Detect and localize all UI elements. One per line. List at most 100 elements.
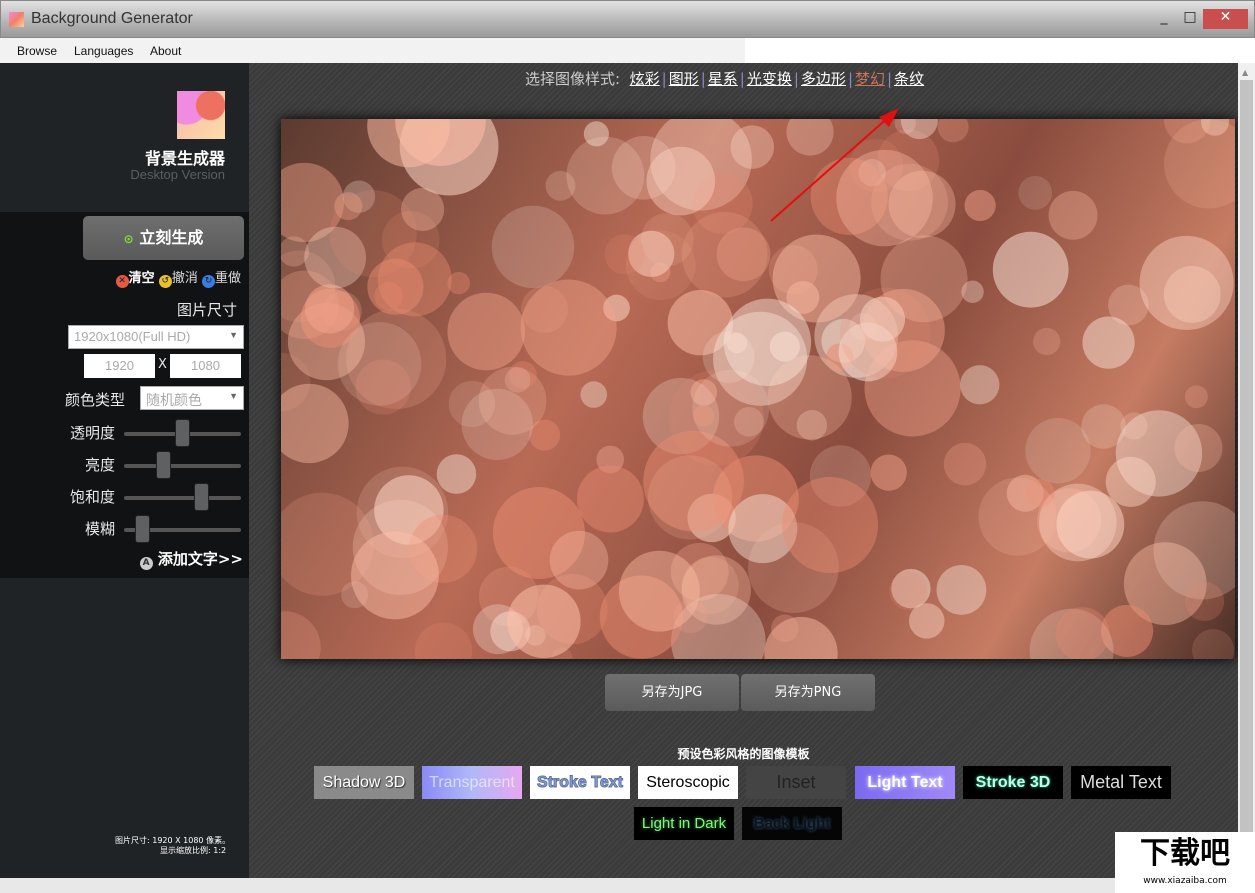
scroll-thumb[interactable]: [1240, 80, 1253, 860]
menu-about[interactable]: About: [150, 44, 181, 58]
bokeh-circle: [507, 584, 581, 659]
app-icon: [9, 12, 24, 27]
template-light-text[interactable]: Light Text: [855, 766, 955, 799]
bokeh-circle: [781, 476, 879, 574]
undo-icon: ↺: [158, 275, 172, 288]
bokeh-circle: [520, 279, 617, 376]
maximize-button[interactable]: □: [1177, 9, 1203, 29]
bokeh-circle: [545, 170, 576, 201]
window-title: Background Generator: [31, 10, 193, 27]
save-jpg-button[interactable]: 另存为JPG: [605, 674, 739, 711]
bokeh-circle: [673, 599, 708, 634]
bokeh-circle: [936, 565, 987, 615]
slider-label-blur: 模糊: [84, 520, 115, 538]
target-icon: ⊙: [123, 232, 134, 246]
template-steroscopic[interactable]: Steroscopic: [638, 766, 738, 799]
template-back-light[interactable]: Back Light: [742, 807, 842, 840]
bokeh-circle: [461, 388, 533, 461]
close-button[interactable]: ✕: [1203, 9, 1248, 29]
bokeh-circle: [978, 477, 1057, 556]
generate-button[interactable]: ⊙ 立刻生成: [83, 216, 244, 260]
slider-handle[interactable]: [156, 451, 171, 479]
generate-label: 立刻生成: [139, 228, 204, 247]
bokeh-circle: [281, 383, 349, 464]
templates-title: 预设色彩风格的图像模板: [677, 747, 810, 761]
watermark-logo: 下载吧 www.xiazaiba.com: [1115, 832, 1255, 893]
bokeh-circle: [964, 189, 996, 222]
bokeh-circle: [414, 622, 473, 659]
bokeh-circle: [943, 442, 987, 486]
app-logo: [177, 91, 225, 139]
template-stroke-3d[interactable]: Stroke 3D: [963, 766, 1063, 799]
template-metal-text[interactable]: Metal Text: [1071, 766, 1171, 799]
add-text-button[interactable]: A 添加文字>>: [139, 548, 243, 570]
bokeh-circle: [436, 454, 477, 494]
save-png-button[interactable]: 另存为PNG: [741, 674, 875, 711]
bokeh-circle: [549, 530, 609, 590]
size-select[interactable]: 1920x1080(Full HD) ▼: [68, 325, 244, 349]
color-type-select[interactable]: 随机颜色 ▼: [140, 386, 244, 410]
bokeh-circle: [281, 611, 321, 659]
style-link[interactable]: 多边形: [801, 70, 846, 88]
style-link[interactable]: 炫彩: [630, 70, 660, 88]
bokeh-circle: [723, 298, 812, 386]
app-name: 背景生成器: [144, 149, 225, 168]
minimize-button[interactable]: _: [1151, 9, 1177, 29]
size-x-label: X: [158, 357, 167, 372]
control-panel: ⊙ 立刻生成 ✕ 清空 ↺ 撤消 ↻ 重做 图片尺寸 1920x1080(Full H…: [0, 212, 249, 578]
bokeh-circle: [350, 531, 439, 620]
redo-button[interactable]: ↻ 重做: [201, 271, 241, 288]
dropdown-arrow-icon: ▼: [229, 391, 238, 401]
bokeh-circle: [1139, 235, 1234, 331]
style-link[interactable]: 条纹: [894, 70, 924, 88]
image-info: 图片尺寸: 1920 X 1080 像素。 显示缩放比例: 1:2: [115, 836, 230, 856]
menu-browse[interactable]: Browse: [17, 44, 57, 58]
template-stroke-text[interactable]: Stroke Text: [530, 766, 630, 799]
dropdown-arrow-icon: ▼: [229, 330, 238, 340]
bokeh-circle: [1184, 385, 1208, 409]
bokeh-circle: [1018, 175, 1053, 210]
brightness-slider[interactable]: [124, 451, 241, 479]
bokeh-circle: [504, 366, 531, 393]
style-link[interactable]: 星系: [708, 70, 738, 88]
background-preview: [281, 119, 1235, 659]
bokeh-circle: [377, 242, 452, 317]
slider-handle[interactable]: [135, 515, 150, 543]
bokeh-circle: [1184, 581, 1225, 622]
slider-handle[interactable]: [175, 419, 190, 447]
style-prefix: 选择图像样式:: [525, 70, 621, 88]
style-link-active[interactable]: 梦幻: [855, 70, 885, 88]
redo-icon: ↻: [201, 275, 215, 288]
width-input[interactable]: 1920: [84, 354, 155, 378]
bokeh-circle: [647, 455, 733, 540]
bokeh-circle: [580, 381, 608, 408]
color-type-label: 颜色类型: [65, 391, 126, 409]
blur-slider[interactable]: [124, 515, 241, 543]
bokeh-circle: [447, 292, 526, 371]
vertical-scrollbar[interactable]: ▲: [1238, 63, 1255, 878]
slider-handle[interactable]: [194, 483, 209, 511]
bokeh-circle: [576, 465, 644, 533]
menu-languages[interactable]: Languages: [74, 44, 133, 58]
template-light-in-dark[interactable]: Light in Dark: [634, 807, 734, 840]
template-transparent[interactable]: Transparent: [422, 766, 522, 799]
clear-button[interactable]: ✕ 清空: [115, 271, 155, 288]
height-input[interactable]: 1080: [170, 354, 241, 378]
title-bar: Background Generator _ □ ✕: [0, 0, 1255, 38]
bokeh-circle: [960, 365, 1000, 405]
scroll-up-icon[interactable]: ▲: [1242, 68, 1248, 77]
template-inset[interactable]: Inset: [746, 766, 846, 799]
bokeh-circle: [870, 454, 907, 491]
opacity-slider[interactable]: [124, 419, 241, 447]
clear-icon: ✕: [115, 275, 129, 288]
template-shadow-3d[interactable]: Shadow 3D: [314, 766, 414, 799]
bokeh-circle: [646, 146, 716, 216]
style-link[interactable]: 图形: [669, 70, 699, 88]
bokeh-circle: [937, 119, 969, 143]
style-link[interactable]: 光变换: [747, 70, 792, 88]
undo-button[interactable]: ↺ 撤消: [158, 271, 198, 288]
slider-label-brightness: 亮度: [84, 456, 115, 474]
saturation-slider[interactable]: [124, 483, 241, 511]
bokeh-circle: [908, 603, 945, 639]
bokeh-circle: [1192, 629, 1235, 659]
